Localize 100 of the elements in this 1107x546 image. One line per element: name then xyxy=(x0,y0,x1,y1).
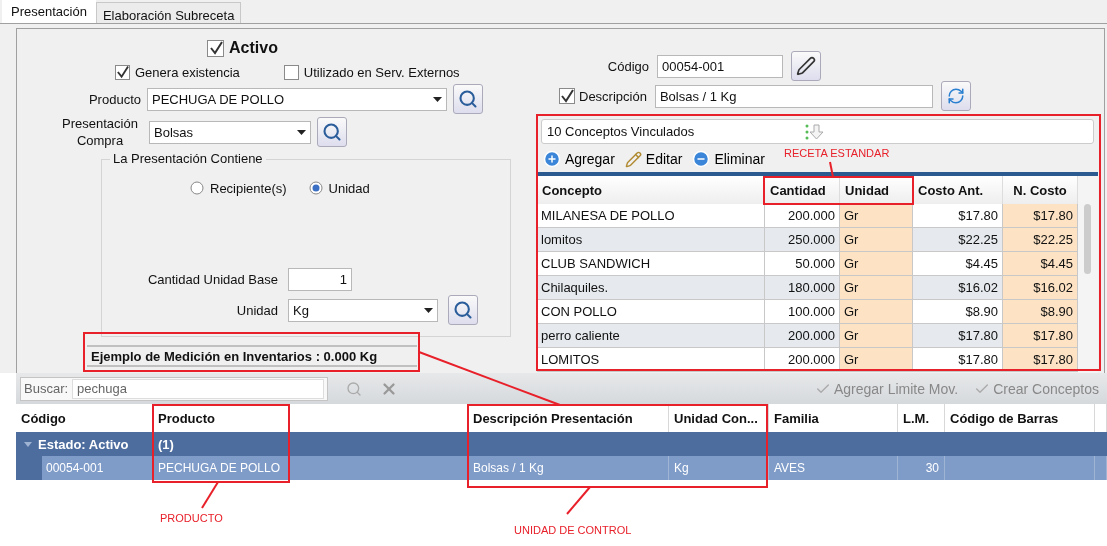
table-cell: Gr xyxy=(840,252,913,276)
table-cell: 180.000 xyxy=(765,276,840,300)
edit-button[interactable] xyxy=(791,51,821,81)
search-icon xyxy=(322,122,342,142)
table-cell: 00054-001 xyxy=(16,456,153,480)
search-button[interactable] xyxy=(448,295,478,325)
refresh-button[interactable] xyxy=(940,81,971,111)
column-header[interactable]: Cantidad xyxy=(765,176,840,204)
table-cell: 100.000 xyxy=(765,300,840,324)
table-cell: $22.25 xyxy=(913,228,1003,252)
radio-label: Unidad xyxy=(328,180,370,196)
annotation-label: UNIDAD DE CONTROL xyxy=(514,524,632,536)
leader-line xyxy=(829,161,834,178)
table-cell: lomitos xyxy=(537,228,765,252)
table-cell: Gr xyxy=(840,300,913,324)
table-cell: CON POLLO xyxy=(537,300,765,324)
checkbox[interactable] xyxy=(207,39,224,57)
table-cell: 200.000 xyxy=(765,348,840,372)
table-cell: $17.80 xyxy=(913,324,1003,348)
table-cell: Gr xyxy=(840,204,913,228)
table-cell: 30 xyxy=(898,456,945,480)
toolbar-button[interactable]: Editar xyxy=(624,150,683,168)
column-header[interactable]: N. Costo xyxy=(1003,176,1078,204)
table-cell: Gr xyxy=(840,276,913,300)
genera-existencia-label: Genera existencia xyxy=(135,64,240,80)
dropdown-caret-icon xyxy=(297,129,306,135)
search-field[interactable]: Buscar: pechuga xyxy=(20,376,328,401)
collapse-caret-icon[interactable] xyxy=(24,441,32,447)
producto-dropdown[interactable]: PECHUGA DE POLLO xyxy=(147,87,447,111)
toolbar-button[interactable]: Agregar xyxy=(543,150,615,168)
leader-line xyxy=(201,481,219,509)
unidad-label: Unidad xyxy=(235,302,278,318)
table-cell: $8.90 xyxy=(1003,300,1078,324)
descripcion-label: Descripción xyxy=(579,88,647,104)
table-cell: Gr xyxy=(840,324,913,348)
descripcion-field[interactable]: Bolsas / 1 Kg xyxy=(654,84,933,108)
table-cell: 250.000 xyxy=(765,228,840,252)
column-header[interactable]: Costo Ant. xyxy=(913,176,1003,204)
table-cell: 200.000 xyxy=(765,324,840,348)
servicios-externos-label: Utilizado en Serv. Externos xyxy=(303,64,460,80)
group-title: La Presentación Contiene xyxy=(110,151,266,166)
presentacion-compra-label: Presentación Compra xyxy=(61,115,139,149)
table-cell: PECHUGA DE POLLO xyxy=(153,456,468,480)
table-cell: CLUB SANDWICH xyxy=(537,252,765,276)
table-cell: Kg xyxy=(669,456,769,480)
table-cell: Chilaquiles. xyxy=(537,276,765,300)
dropdown-caret-icon xyxy=(433,96,442,102)
cantidad-field[interactable]: 1 xyxy=(288,267,352,291)
unidad-dropdown[interactable]: Kg xyxy=(288,298,438,322)
tab[interactable]: Presentación xyxy=(2,0,96,23)
table-cell: LOMITOS xyxy=(537,348,765,372)
group-row[interactable]: Estado: Activo (1) xyxy=(16,432,1107,456)
annotation-label: RECETA ESTANDAR xyxy=(784,147,890,159)
search-button[interactable] xyxy=(453,84,483,114)
search-icon xyxy=(453,300,473,320)
table-cell: $17.80 xyxy=(913,204,1003,228)
codigo-label: Código xyxy=(606,58,649,74)
search-button[interactable] xyxy=(317,117,347,147)
table-cell: Gr xyxy=(840,348,913,372)
radio-label: Recipiente(s) xyxy=(210,180,287,196)
annotation-label: PRODUCTO xyxy=(160,512,223,524)
cantidad-label: Cantidad Unidad Base xyxy=(146,271,278,287)
conceptos-title: 10 Conceptos Vinculados xyxy=(547,124,695,139)
plus-icon xyxy=(543,150,561,168)
radio-button[interactable] xyxy=(190,181,204,195)
table-cell: $4.45 xyxy=(913,252,1003,276)
table-cell xyxy=(1095,456,1107,480)
group-label: Estado: Activo xyxy=(38,436,129,452)
table-cell: Bolsas / 1 Kg xyxy=(468,456,669,480)
table-cell: $22.25 xyxy=(1003,228,1078,252)
toolbar-button[interactable]: Eliminar xyxy=(692,150,765,168)
activo-label: Activo xyxy=(229,39,278,57)
table-cell: $16.02 xyxy=(1003,276,1078,300)
refresh-icon xyxy=(946,87,965,105)
table-cell: MILANESA DE POLLO xyxy=(537,204,765,228)
checkbox[interactable] xyxy=(115,64,130,80)
table-cell: $8.90 xyxy=(913,300,1003,324)
table-cell: $16.02 xyxy=(913,276,1003,300)
pen-icon xyxy=(796,56,816,76)
dropdown-caret-icon xyxy=(424,307,433,313)
pencil-icon xyxy=(624,150,642,168)
checkbox[interactable] xyxy=(559,88,575,104)
table-cell: perro caliente xyxy=(537,324,765,348)
table-cell: Gr xyxy=(840,228,913,252)
codigo-field[interactable]: 00054-001 xyxy=(657,54,783,78)
scrollbar[interactable] xyxy=(1078,176,1098,373)
tab[interactable]: Elaboración Subreceta xyxy=(95,2,242,23)
table-cell: $17.80 xyxy=(913,348,1003,372)
producto-label: Producto xyxy=(87,91,141,107)
table-cell: 200.000 xyxy=(765,204,840,228)
minus-icon xyxy=(692,150,711,168)
search-icon xyxy=(458,89,478,109)
table-cell: $17.80 xyxy=(1003,348,1078,372)
presentacion-dropdown[interactable]: Bolsas xyxy=(149,120,311,144)
table-cell: $17.80 xyxy=(1003,324,1078,348)
radio-button[interactable] xyxy=(308,181,323,195)
checkbox[interactable] xyxy=(283,64,299,80)
table-cell: 50.000 xyxy=(765,252,840,276)
table-cell: $17.80 xyxy=(1003,204,1078,228)
table-cell: AVES xyxy=(769,456,898,480)
